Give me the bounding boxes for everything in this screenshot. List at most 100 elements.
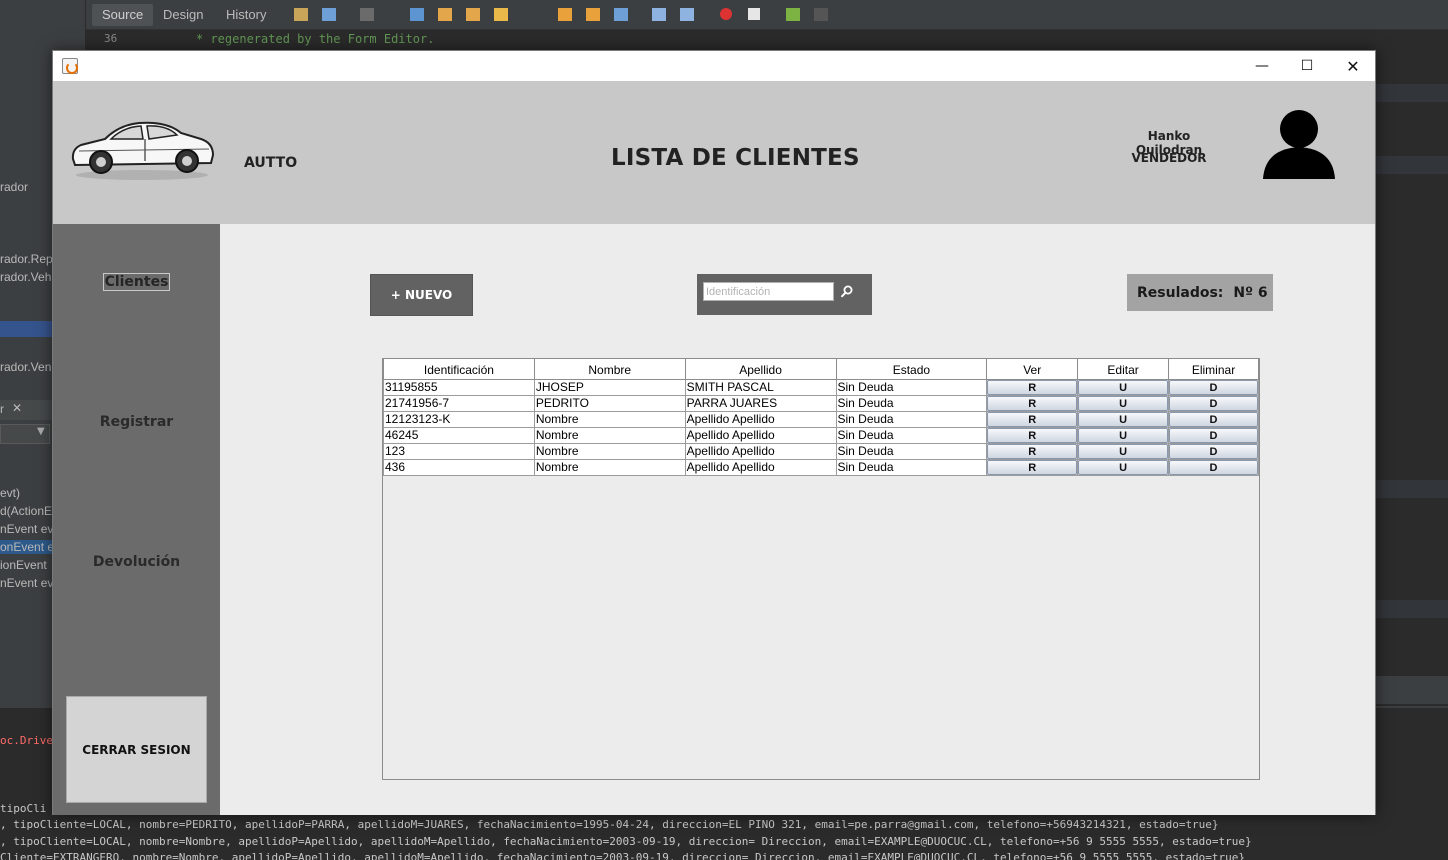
console-line: oc.Drive: [0, 734, 53, 747]
user-role: VENDEDOR: [1131, 151, 1207, 165]
table-row[interactable]: 436 Nombre Apellido Apellido Sin Deuda R…: [383, 458, 1259, 476]
clients-table-panel: Identificación Nombre Apellido Estado Ve…: [382, 358, 1260, 780]
view-button[interactable]: R: [987, 380, 1077, 394]
cell-estado: Sin Deuda: [835, 410, 988, 428]
toolbar-icon[interactable]: [680, 8, 694, 21]
close-button[interactable]: ✕: [1330, 51, 1376, 81]
delete-button[interactable]: D: [1169, 460, 1258, 474]
title-bar[interactable]: — ☐ ✕: [53, 51, 1375, 81]
column-header[interactable]: Apellido: [684, 359, 837, 380]
toolbar-icon[interactable]: [322, 8, 336, 21]
tab-history[interactable]: History: [216, 4, 276, 26]
cell-id: 12123123-K: [383, 410, 535, 428]
close-icon[interactable]: ✕: [12, 401, 22, 415]
editor-stripe: [1376, 156, 1448, 174]
maximize-button[interactable]: ☐: [1284, 51, 1330, 81]
search-input[interactable]: [703, 282, 834, 301]
cell-ver: R: [986, 426, 1079, 444]
cell-eliminar: D: [1168, 394, 1259, 412]
cell-eliminar: D: [1168, 442, 1259, 460]
column-header[interactable]: Estado: [835, 359, 988, 380]
ide-fragment: nEvent evt: [0, 522, 57, 536]
cell-estado: Sin Deuda: [835, 394, 988, 412]
column-header[interactable]: Editar: [1077, 359, 1170, 380]
cell-editar: U: [1077, 442, 1170, 460]
edit-button[interactable]: U: [1078, 412, 1168, 426]
sidebar-item-registrar[interactable]: Registrar: [53, 414, 220, 430]
minimize-button[interactable]: —: [1239, 51, 1285, 81]
editor-stripe: [1376, 600, 1448, 618]
view-button[interactable]: R: [987, 444, 1077, 458]
ide-navigator: rador rador.Rep rador.Veh rador.Ven r ✕ …: [0, 30, 57, 710]
table-row[interactable]: 46245 Nombre Apellido Apellido Sin Deuda…: [383, 426, 1259, 444]
sidebar-item-clientes[interactable]: Clientes: [53, 273, 220, 291]
code-line: * regenerated by the Form Editor.: [196, 32, 435, 46]
sidebar-item-label: Registrar: [99, 414, 174, 430]
ide-combo[interactable]: ▼: [0, 424, 50, 444]
edit-button[interactable]: U: [1078, 428, 1168, 442]
table-row[interactable]: 123 Nombre Apellido Apellido Sin Deuda R…: [383, 442, 1259, 460]
cell-nombre: JHOSEP: [533, 378, 686, 396]
edit-button[interactable]: U: [1078, 460, 1168, 474]
table-row[interactable]: 12123123-K Nombre Apellido Apellido Sin …: [383, 410, 1259, 428]
search-icon[interactable]: [839, 284, 855, 300]
cell-apellido: Apellido Apellido: [684, 410, 837, 428]
toolbar-icon[interactable]: [614, 8, 628, 21]
table-row[interactable]: 21741956-7 PEDRITO PARRA JUARES Sin Deud…: [383, 394, 1259, 412]
cell-id: 123: [383, 442, 535, 460]
tab-source[interactable]: Source: [92, 4, 154, 26]
sidebar: Clientes Registrar Devolución CERRAR SES…: [53, 224, 220, 815]
column-header[interactable]: Identificación: [383, 359, 535, 380]
view-button[interactable]: R: [987, 396, 1077, 410]
toolbar-icon[interactable]: [652, 8, 666, 21]
new-client-button[interactable]: + NUEVO: [370, 274, 473, 316]
ide-fragment: rador: [0, 180, 29, 194]
table-header-row: Identificación Nombre Apellido Estado Ve…: [383, 359, 1259, 380]
cell-ver: R: [986, 410, 1079, 428]
cell-editar: U: [1077, 426, 1170, 444]
edit-button[interactable]: U: [1078, 444, 1168, 458]
tab-design[interactable]: Design: [153, 4, 213, 26]
cell-estado: Sin Deuda: [835, 378, 988, 396]
cell-ver: R: [986, 378, 1079, 396]
sidebar-item-label: Devolución: [92, 554, 181, 570]
edit-button[interactable]: U: [1078, 380, 1168, 394]
toolbar-icon[interactable]: [466, 8, 480, 21]
ide-panel-tab[interactable]: r ✕: [0, 400, 52, 420]
column-header[interactable]: Nombre: [533, 359, 686, 380]
delete-button[interactable]: D: [1169, 428, 1258, 442]
logout-button[interactable]: CERRAR SESION: [66, 696, 207, 803]
cell-nombre: Nombre: [533, 442, 686, 460]
view-button[interactable]: R: [987, 460, 1077, 474]
view-button[interactable]: R: [987, 412, 1077, 426]
toolbar-icon[interactable]: [294, 8, 308, 21]
search-icon[interactable]: [410, 8, 424, 21]
cell-id: 21741956-7: [383, 394, 535, 412]
column-header[interactable]: Eliminar: [1168, 359, 1259, 380]
toolbar-icon[interactable]: [558, 8, 572, 21]
car-logo: [71, 121, 215, 180]
toolbar-icon[interactable]: [494, 8, 508, 21]
toolbar-icon[interactable]: [586, 8, 600, 21]
cell-estado: Sin Deuda: [835, 442, 988, 460]
delete-button[interactable]: D: [1169, 396, 1258, 410]
view-button[interactable]: R: [987, 428, 1077, 442]
cell-eliminar: D: [1168, 426, 1259, 444]
brand-name: AUTTO: [244, 155, 298, 171]
console-line: , tipoCliente=LOCAL, nombre=Nombre, apel…: [0, 835, 1252, 848]
column-header[interactable]: Ver: [986, 359, 1079, 380]
toolbar-icon[interactable]: [786, 8, 800, 21]
edit-button[interactable]: U: [1078, 396, 1168, 410]
record-icon[interactable]: [720, 8, 732, 20]
delete-button[interactable]: D: [1169, 380, 1258, 394]
toolbar-icon[interactable]: [360, 8, 374, 21]
delete-button[interactable]: D: [1169, 412, 1258, 426]
toolbar-icon[interactable]: [438, 8, 452, 21]
delete-button[interactable]: D: [1169, 444, 1258, 458]
toolbar-icon[interactable]: [814, 8, 828, 21]
table-row[interactable]: 31195855 JHOSEP SMITH PASCAL Sin Deuda R…: [383, 378, 1259, 396]
sidebar-item-devolucion[interactable]: Devolución: [53, 554, 220, 570]
stop-icon[interactable]: [748, 8, 760, 20]
console-line: , tipoCliente=LOCAL, nombre=PEDRITO, ape…: [0, 818, 1219, 831]
ide-fragment: onEvent e: [0, 540, 55, 554]
